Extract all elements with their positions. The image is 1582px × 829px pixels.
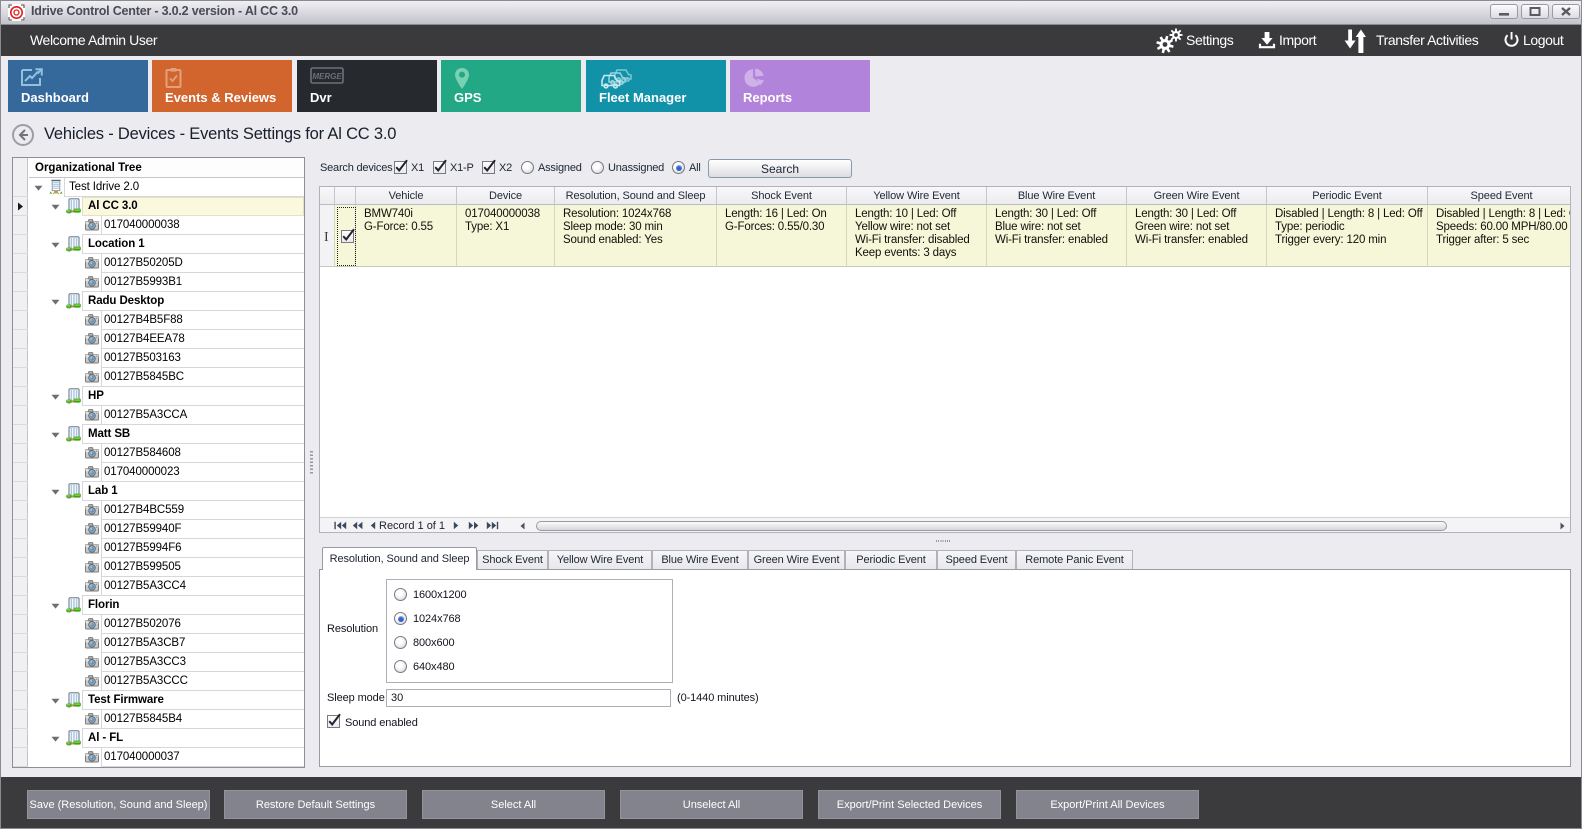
svg-text:MERGE: MERGE: [312, 72, 342, 81]
